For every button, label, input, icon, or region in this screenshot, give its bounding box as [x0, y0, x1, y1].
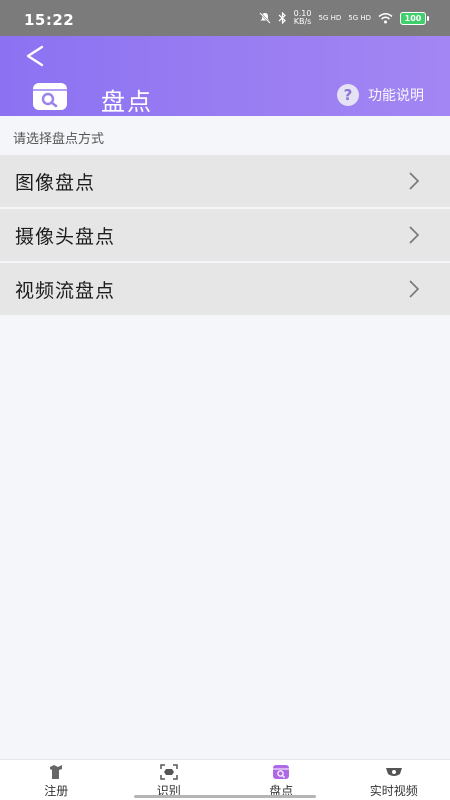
help-button[interactable]: ? 功能说明: [337, 84, 424, 106]
tab-recognize[interactable]: 识别: [113, 760, 226, 800]
signal-2-label: 5G HD: [348, 14, 371, 22]
menu-item-image-inventory[interactable]: 图像盘点: [0, 155, 450, 207]
wifi-icon: [378, 13, 393, 24]
chevron-right-icon: [409, 172, 420, 190]
back-arrow-icon[interactable]: [22, 43, 48, 69]
chevron-right-icon: [409, 280, 420, 298]
tab-inventory[interactable]: 盘点: [225, 760, 338, 800]
menu-item-camera-inventory[interactable]: 摄像头盘点: [0, 209, 450, 261]
battery-icon: 100: [400, 11, 429, 25]
inventory-method-list: 图像盘点 摄像头盘点 视频流盘点: [0, 155, 450, 317]
scan-icon: [160, 764, 178, 780]
help-icon: ?: [337, 84, 359, 106]
tab-register[interactable]: 注册: [0, 760, 113, 800]
help-label: 功能说明: [368, 88, 424, 104]
inventory-icon: [273, 765, 290, 779]
net-speed: 0.10 KB/s: [294, 10, 312, 26]
signal-1-label: 5G HD: [318, 14, 342, 22]
status-time: 15:22: [24, 11, 75, 29]
menu-item-label: 图像盘点: [15, 171, 96, 194]
bottom-tab-bar: 注册 识别 盘点 实时视频: [0, 759, 450, 800]
tab-live-video[interactable]: 实时视频: [338, 760, 450, 800]
status-icons: 0.10 KB/s 5G HD 5G HD 100: [258, 10, 429, 26]
status-bar: 15:22 0.10 KB/s 5G HD 5G HD 100: [0, 0, 450, 36]
inventory-title-icon: [33, 83, 67, 110]
net-speed-unit: KB/s: [293, 17, 312, 26]
camera-icon: [385, 768, 402, 776]
chevron-right-icon: [409, 226, 420, 244]
home-indicator[interactable]: [134, 795, 316, 798]
tab-register-label: 注册: [44, 784, 69, 798]
register-icon: [50, 765, 63, 779]
page-title: 盘点: [101, 88, 153, 116]
menu-item-label: 视频流盘点: [15, 279, 116, 302]
menu-item-label: 摄像头盘点: [15, 225, 116, 248]
section-subtitle: 请选择盘点方式: [13, 132, 105, 147]
tab-live-video-label: 实时视频: [369, 784, 418, 798]
mute-icon: [258, 12, 271, 24]
menu-item-video-stream-inventory[interactable]: 视频流盘点: [0, 263, 450, 315]
bluetooth-icon: [278, 12, 286, 24]
battery-level: 100: [404, 13, 422, 23]
